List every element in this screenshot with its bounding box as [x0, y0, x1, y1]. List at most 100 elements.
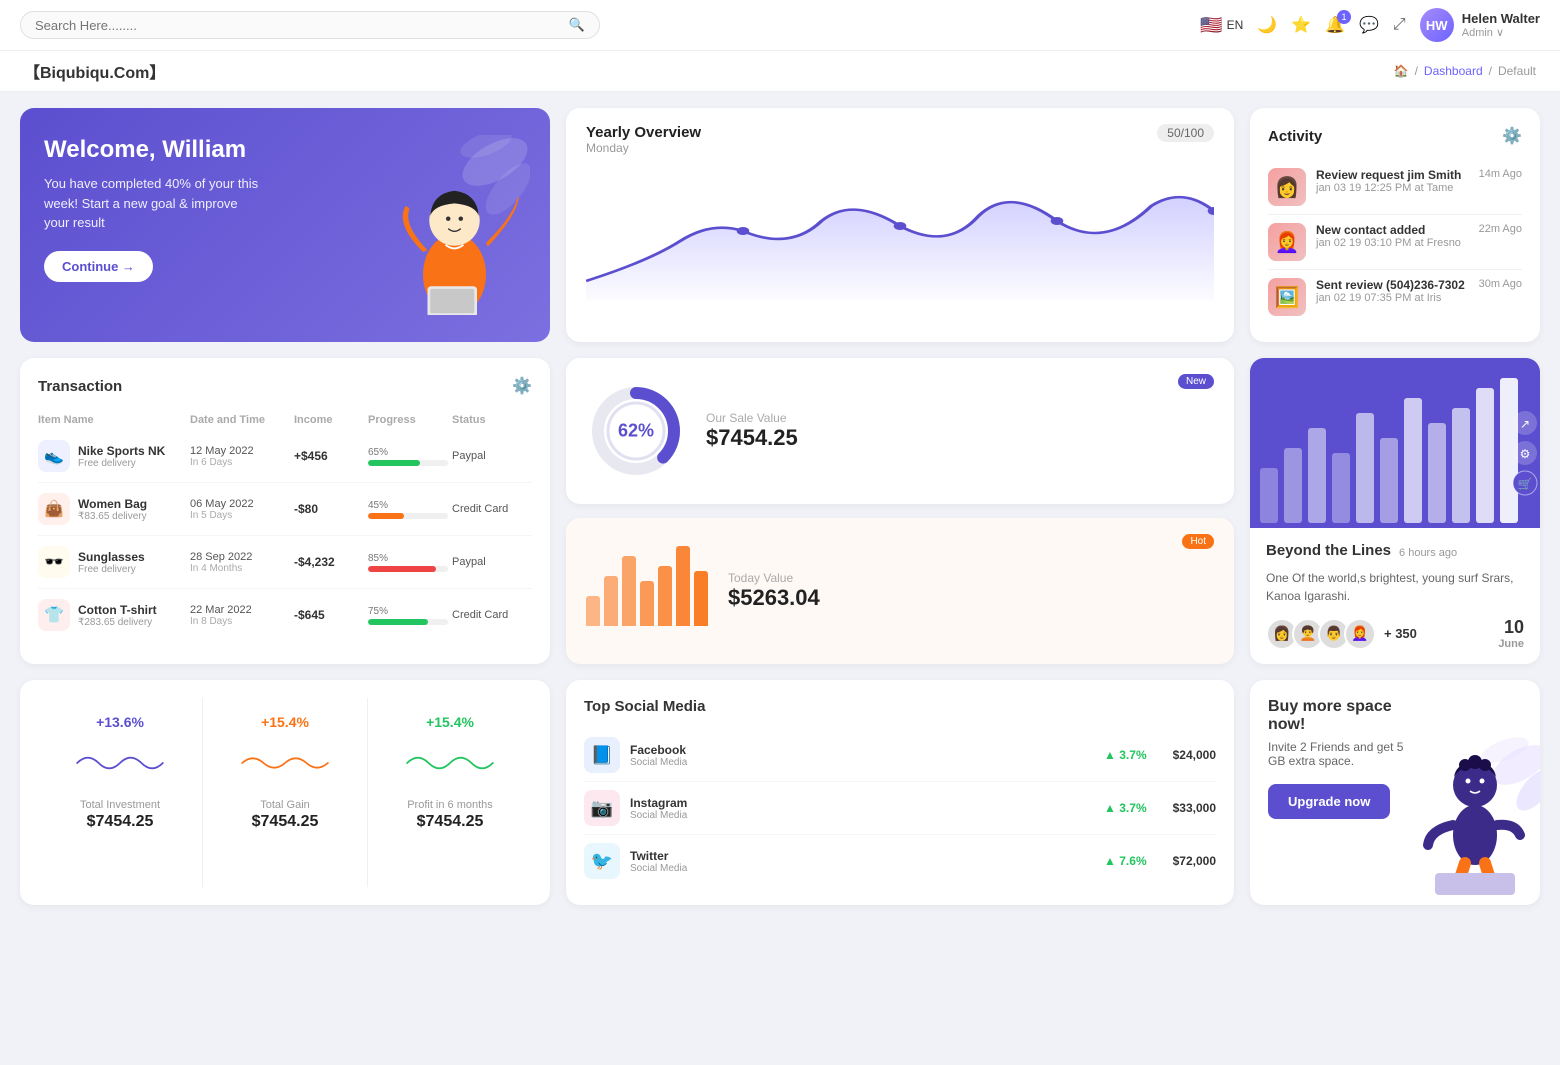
- social-sub: Social Media: [630, 757, 687, 768]
- table-row: 👟 Nike Sports NK Free delivery 12 May 20…: [38, 430, 532, 483]
- item-sub: ₹83.65 delivery: [78, 511, 147, 522]
- social-sub: Social Media: [630, 863, 687, 874]
- fullscreen-icon[interactable]: ⤢: [1393, 16, 1406, 34]
- user-menu[interactable]: HW Helen Walter Admin ∨: [1420, 8, 1540, 42]
- activity-info: New contact added jan 02 19 03:10 PM at …: [1316, 223, 1469, 249]
- stats-card: +13.6% Total Investment $7454.25 +15.4% …: [20, 680, 550, 905]
- message-icon[interactable]: 💬: [1359, 15, 1379, 35]
- activity-item: 👩‍🦰 New contact added jan 02 19 03:10 PM…: [1268, 215, 1522, 270]
- user-name: Helen Walter: [1462, 11, 1540, 26]
- item-info: 👕 Cotton T-shirt ₹283.65 delivery: [38, 599, 186, 631]
- mini-bar-item: [622, 556, 636, 626]
- upgrade-button[interactable]: Upgrade now: [1268, 784, 1390, 819]
- beyond-body: Beyond the Lines 6 hours ago One Of the …: [1250, 528, 1540, 664]
- item-name: Women Bag: [78, 497, 147, 511]
- mini-bar-item: [694, 571, 708, 626]
- item-icon: 👟: [38, 440, 70, 472]
- yearly-header: Yearly Overview Monday 50/100: [586, 124, 1214, 167]
- item-info: 👜 Women Bag ₹83.65 delivery: [38, 493, 186, 525]
- activity-time: 22m Ago: [1479, 223, 1522, 235]
- sale-label: Our Sale Value: [706, 411, 1158, 425]
- item-icon: 🕶️: [38, 546, 70, 578]
- transaction-table: Item Name Date and Time Income Progress …: [38, 410, 532, 641]
- social-info: Instagram Social Media: [630, 796, 687, 821]
- item-income: +$456: [294, 449, 364, 463]
- social-item: 📷 Instagram Social Media ▲ 3.7% $33,000: [584, 782, 1216, 835]
- item-status: Paypal: [452, 450, 532, 462]
- social-title: Top Social Media: [584, 698, 1216, 715]
- social-list: 📘 Facebook Social Media ▲ 3.7% $24,000 📷…: [584, 729, 1216, 887]
- item-name: Sunglasses: [78, 550, 145, 564]
- social-percentage: ▲ 7.6%: [1104, 854, 1147, 868]
- stat-value: $7454.25: [378, 813, 522, 831]
- social-name: Facebook: [630, 743, 687, 757]
- today-value: $5263.04: [728, 585, 1162, 611]
- social-icon: 📷: [584, 790, 620, 826]
- breadcrumb-bar: 【Biqubiqu.Com】 🏠 / Dashboard / Default: [0, 51, 1560, 92]
- social-name: Twitter: [630, 849, 687, 863]
- today-value-card: Today Value $5263.04 Hot: [566, 518, 1234, 664]
- social-info: Twitter Social Media: [630, 849, 687, 874]
- activity-list: 👩 Review request jim Smith jan 03 19 12:…: [1268, 160, 1522, 324]
- table-header: Item Name Date and Time Income Progress …: [38, 410, 532, 430]
- home-icon[interactable]: 🏠: [1394, 64, 1409, 78]
- notification-badge: 1: [1337, 10, 1351, 24]
- activity-subtitle: jan 03 19 12:25 PM at Tame: [1316, 182, 1469, 194]
- activity-avatar: 👩: [1268, 168, 1306, 206]
- breadcrumb-current: Default: [1498, 64, 1536, 78]
- yearly-overview-card: Yearly Overview Monday 50/100: [566, 108, 1234, 342]
- user-role: Admin ∨: [1462, 26, 1540, 39]
- activity-settings-button[interactable]: ⚙️: [1502, 126, 1522, 146]
- nav-icons: 🇺🇸 EN 🌙 ⭐ 🔔 1 💬 ⤢ HW Helen Walter Admin …: [1200, 8, 1540, 42]
- item-info: 🕶️ Sunglasses Free delivery: [38, 546, 186, 578]
- notification-bell[interactable]: 🔔 1: [1325, 15, 1345, 35]
- item-status: Credit Card: [452, 503, 532, 515]
- continue-button[interactable]: Continue →: [44, 251, 153, 282]
- activity-time: 30m Ago: [1479, 278, 1522, 290]
- yearly-badge: 50/100: [1157, 124, 1214, 142]
- col-status: Status: [452, 414, 532, 426]
- breadcrumb-dashboard[interactable]: Dashboard: [1424, 64, 1483, 78]
- stat-value: $7454.25: [48, 813, 192, 831]
- stat-chart: [378, 738, 522, 788]
- social-sub: Social Media: [630, 810, 687, 821]
- beyond-time: 6 hours ago: [1399, 547, 1457, 559]
- item-income: -$4,232: [294, 555, 364, 569]
- table-row: 👜 Women Bag ₹83.65 delivery 06 May 2022 …: [38, 483, 532, 536]
- new-badge: New: [1178, 374, 1214, 389]
- item-date: 22 Mar 2022 In 8 Days: [190, 604, 290, 627]
- transaction-settings-button[interactable]: ⚙️: [512, 376, 532, 396]
- activity-title: Activity: [1268, 128, 1322, 145]
- welcome-illustration: [370, 108, 530, 342]
- item-status: Paypal: [452, 556, 532, 568]
- table-row: 🕶️ Sunglasses Free delivery 28 Sep 2022 …: [38, 536, 532, 589]
- today-label: Today Value: [728, 571, 1162, 585]
- language-selector[interactable]: 🇺🇸 EN: [1200, 15, 1243, 36]
- social-icon: 🐦: [584, 843, 620, 879]
- breadcrumb: 🏠 / Dashboard / Default: [1394, 64, 1536, 78]
- item-name-wrap: Women Bag ₹83.65 delivery: [78, 497, 147, 522]
- dark-mode-toggle[interactable]: 🌙: [1257, 15, 1277, 35]
- sale-cards: 62% Our Sale Value $7454.25 New Today Va…: [566, 358, 1234, 664]
- item-name: Nike Sports NK: [78, 444, 165, 458]
- mini-bar-chart: [586, 556, 708, 626]
- col-date: Date and Time: [190, 414, 290, 426]
- social-percentage: ▲ 3.7%: [1104, 748, 1147, 762]
- social-amount: $33,000: [1173, 801, 1216, 815]
- stat-chart: [213, 738, 357, 788]
- activity-header: Activity ⚙️: [1268, 126, 1522, 146]
- social-item: 📘 Facebook Social Media ▲ 3.7% $24,000: [584, 729, 1216, 782]
- search-bar[interactable]: 🔍: [20, 11, 600, 39]
- activity-subtitle: jan 02 19 03:10 PM at Fresno: [1316, 237, 1469, 249]
- stat-percentage: +15.4%: [213, 714, 357, 730]
- search-input[interactable]: [35, 18, 569, 33]
- beyond-description: One Of the world,s brightest, young surf…: [1266, 569, 1524, 605]
- main-content: Welcome, William You have completed 40% …: [0, 92, 1560, 921]
- buy-space-card: Buy more space now! Invite 2 Friends and…: [1250, 680, 1540, 905]
- activity-item: 👩 Review request jim Smith jan 03 19 12:…: [1268, 160, 1522, 215]
- item-name-wrap: Cotton T-shirt ₹283.65 delivery: [78, 603, 157, 628]
- activity-title-text: Sent review (504)236-7302: [1316, 278, 1469, 292]
- sale-info: Our Sale Value $7454.25: [706, 411, 1158, 451]
- star-icon[interactable]: ⭐: [1291, 15, 1311, 35]
- col-progress: Progress: [368, 414, 448, 426]
